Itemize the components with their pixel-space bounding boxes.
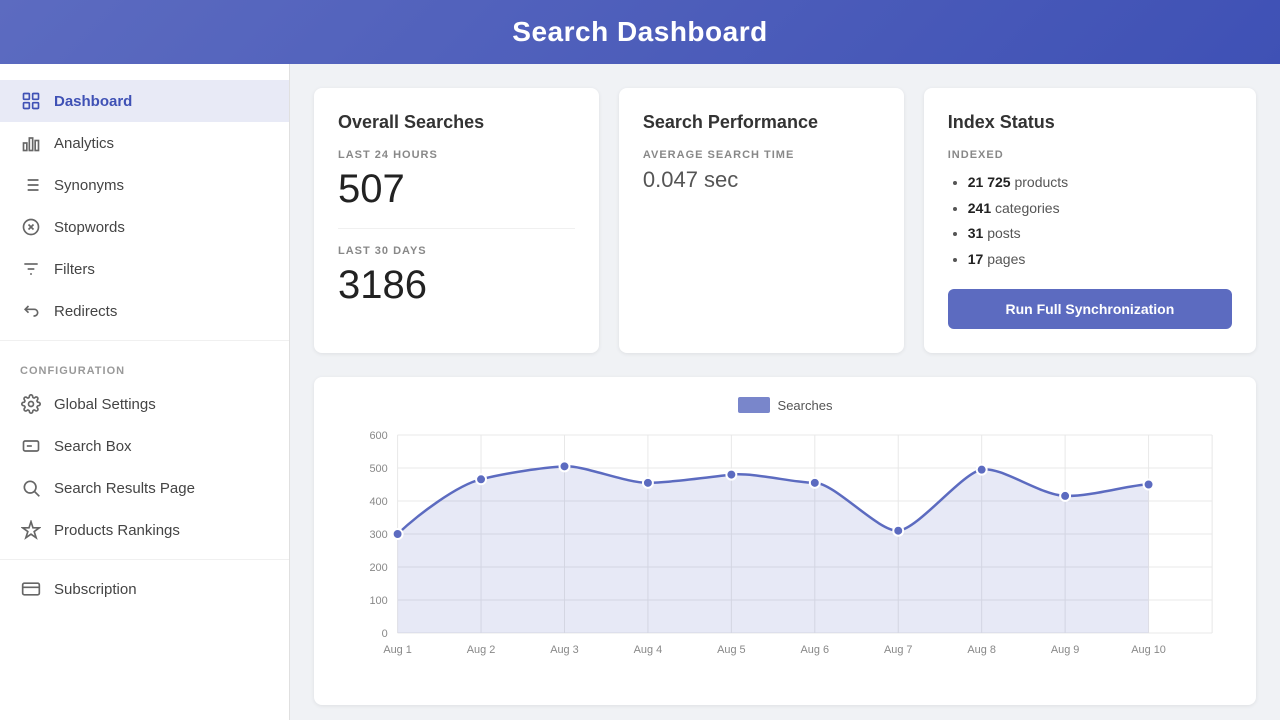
sidebar-item-subscription-label: Subscription	[54, 581, 137, 598]
sidebar-item-dashboard[interactable]: Dashboard	[0, 80, 289, 122]
svg-text:Aug 7: Aug 7	[884, 644, 913, 656]
posts-count: 31	[968, 225, 984, 241]
sidebar-divider-2	[0, 559, 289, 560]
stopwords-icon	[20, 216, 42, 238]
chart-container: 600 500 400 300 200 100 0 Aug 1 Aug 2 Au…	[338, 425, 1232, 685]
index-status-title: Index Status	[948, 112, 1232, 133]
sidebar: Dashboard Analytics Synonyms	[0, 64, 290, 720]
sidebar-item-stopwords-label: Stopwords	[54, 219, 125, 236]
sync-button[interactable]: Run Full Synchronization	[948, 289, 1232, 329]
legend-box	[738, 397, 770, 413]
sidebar-item-filters-label: Filters	[54, 261, 95, 278]
chart-card: Searches	[314, 377, 1256, 705]
products-count: 21 725	[968, 174, 1011, 190]
svg-text:Aug 9: Aug 9	[1051, 644, 1080, 656]
sidebar-item-products-rankings[interactable]: Products Rankings	[0, 509, 289, 551]
chart-dot-5	[726, 470, 736, 480]
chart-legend: Searches	[338, 397, 1232, 413]
chart-dot-4	[643, 478, 653, 488]
indexed-label: INDEXED	[948, 149, 1232, 161]
sidebar-item-search-box[interactable]: Search Box	[0, 425, 289, 467]
search-performance-title: Search Performance	[643, 112, 880, 133]
chart-dot-8	[977, 465, 987, 475]
chart-dot-3	[560, 462, 570, 472]
chart-dot-2	[476, 475, 486, 485]
sidebar-item-search-box-label: Search Box	[54, 438, 132, 455]
sidebar-divider	[0, 340, 289, 341]
chart-dot-10	[1144, 480, 1154, 490]
svg-text:Aug 8: Aug 8	[967, 644, 996, 656]
chart-svg: 600 500 400 300 200 100 0 Aug 1 Aug 2 Au…	[338, 425, 1232, 685]
stat-divider	[338, 228, 575, 229]
svg-text:200: 200	[369, 562, 387, 574]
last-24-label: LAST 24 HOURS	[338, 149, 575, 161]
index-item-categories: 241 categories	[968, 199, 1232, 219]
search-results-icon	[20, 477, 42, 499]
svg-text:Aug 1: Aug 1	[383, 644, 412, 656]
sidebar-item-search-results-page[interactable]: Search Results Page	[0, 467, 289, 509]
pages-count: 17	[968, 251, 984, 267]
dashboard-icon	[20, 90, 42, 112]
page-title: Search Dashboard	[512, 16, 767, 48]
sidebar-item-products-rankings-label: Products Rankings	[54, 522, 180, 539]
chart-dot-6	[810, 478, 820, 488]
sidebar-item-stopwords[interactable]: Stopwords	[0, 206, 289, 248]
svg-text:Aug 10: Aug 10	[1131, 644, 1166, 656]
sidebar-item-global-settings-label: Global Settings	[54, 396, 156, 413]
page-header: Search Dashboard	[0, 0, 1280, 64]
sidebar-item-filters[interactable]: Filters	[0, 248, 289, 290]
sidebar-item-subscription[interactable]: Subscription	[0, 568, 289, 610]
chart-dot-1	[393, 529, 403, 539]
config-section-label: CONFIGURATION	[0, 349, 289, 383]
synonyms-icon	[20, 174, 42, 196]
sidebar-item-redirects-label: Redirects	[54, 303, 117, 320]
content-area: Overall Searches LAST 24 HOURS 507 LAST …	[290, 64, 1280, 720]
sidebar-item-analytics[interactable]: Analytics	[0, 122, 289, 164]
sidebar-item-global-settings[interactable]: Global Settings	[0, 383, 289, 425]
analytics-icon	[20, 132, 42, 154]
cards-row: Overall Searches LAST 24 HOURS 507 LAST …	[314, 88, 1256, 353]
redirects-icon	[20, 300, 42, 322]
rankings-icon	[20, 519, 42, 541]
subscription-icon	[20, 578, 42, 600]
svg-text:600: 600	[369, 430, 387, 442]
svg-text:300: 300	[369, 529, 387, 541]
svg-text:500: 500	[369, 463, 387, 475]
chart-dot-7	[893, 526, 903, 536]
svg-text:Aug 3: Aug 3	[550, 644, 579, 656]
last-24-value: 507	[338, 167, 575, 212]
search-performance-card: Search Performance AVERAGE SEARCH TIME 0…	[619, 88, 904, 353]
sidebar-item-analytics-label: Analytics	[54, 135, 114, 152]
overall-searches-title: Overall Searches	[338, 112, 575, 133]
main-layout: Dashboard Analytics Synonyms	[0, 64, 1280, 720]
index-item-products: 21 725 products	[968, 173, 1232, 193]
svg-text:0: 0	[382, 628, 388, 640]
svg-text:Aug 6: Aug 6	[801, 644, 830, 656]
svg-text:100: 100	[369, 595, 387, 607]
filters-icon	[20, 258, 42, 280]
searchbox-icon	[20, 435, 42, 457]
gear-icon	[20, 393, 42, 415]
svg-text:Aug 4: Aug 4	[634, 644, 663, 656]
index-list: 21 725 products 241 categories 31 posts …	[948, 173, 1232, 269]
legend-label: Searches	[778, 398, 833, 413]
last-30-value: 3186	[338, 263, 575, 308]
sidebar-item-synonyms[interactable]: Synonyms	[0, 164, 289, 206]
sidebar-item-synonyms-label: Synonyms	[54, 177, 124, 194]
svg-text:400: 400	[369, 496, 387, 508]
sidebar-item-search-results-label: Search Results Page	[54, 480, 195, 497]
svg-text:Aug 5: Aug 5	[717, 644, 746, 656]
index-item-pages: 17 pages	[968, 250, 1232, 270]
categories-count: 241	[968, 200, 991, 216]
sidebar-item-dashboard-label: Dashboard	[54, 93, 132, 110]
index-status-card: Index Status INDEXED 21 725 products 241…	[924, 88, 1256, 353]
chart-dot-9	[1060, 491, 1070, 501]
overall-searches-card: Overall Searches LAST 24 HOURS 507 LAST …	[314, 88, 599, 353]
avg-value: 0.047 sec	[643, 167, 880, 193]
avg-label: AVERAGE SEARCH TIME	[643, 149, 880, 161]
index-item-posts: 31 posts	[968, 224, 1232, 244]
sidebar-item-redirects[interactable]: Redirects	[0, 290, 289, 332]
svg-text:Aug 2: Aug 2	[467, 644, 496, 656]
last-30-label: LAST 30 DAYS	[338, 245, 575, 257]
